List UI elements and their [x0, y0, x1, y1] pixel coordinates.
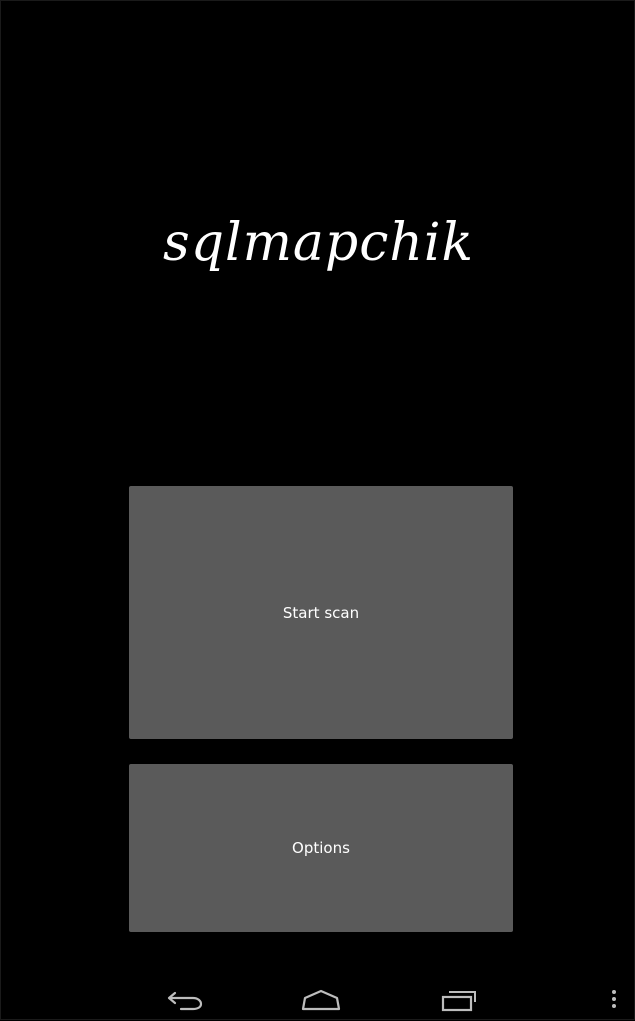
home-button[interactable] — [295, 979, 347, 1019]
back-button[interactable] — [159, 979, 211, 1019]
home-icon — [301, 989, 341, 1011]
recents-icon — [441, 991, 476, 1012]
options-label: Options — [292, 839, 350, 857]
overflow-menu-button[interactable] — [601, 979, 627, 1019]
app-title: sqlmapchik — [163, 213, 474, 273]
options-button[interactable]: Options — [129, 764, 513, 932]
navigation-bar — [1, 971, 635, 1021]
app-screen: sqlmapchik Start scan Options — [0, 0, 635, 1020]
overflow-menu-icon — [612, 990, 616, 1008]
back-icon — [167, 991, 203, 1011]
recents-button[interactable] — [433, 979, 485, 1019]
start-scan-label: Start scan — [282, 603, 360, 622]
start-scan-button[interactable]: Start scan — [129, 486, 513, 739]
